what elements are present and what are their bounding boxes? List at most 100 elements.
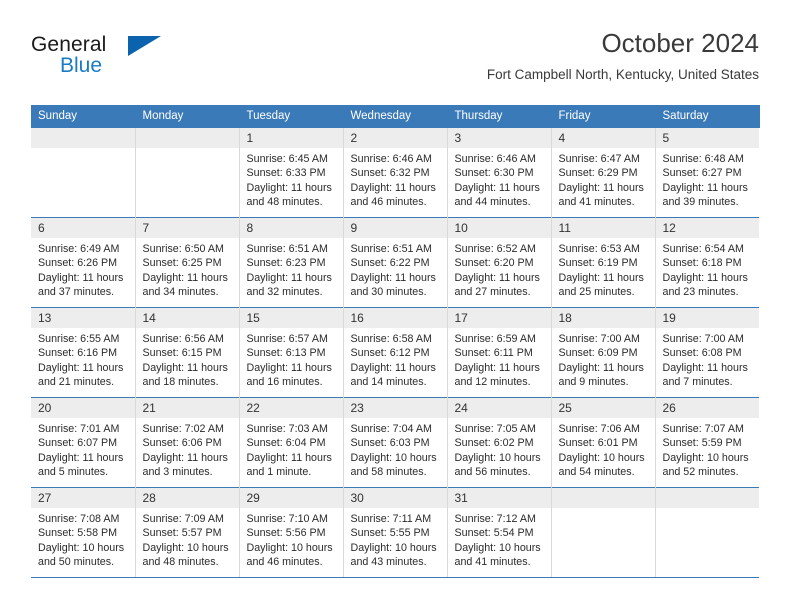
day-number: 23 [343, 398, 447, 418]
logo-triangle-icon [128, 36, 161, 56]
day-number: 21 [135, 398, 239, 418]
sunrise-text: Sunrise: 6:57 AM [246, 333, 328, 345]
sunrise-text: Sunrise: 6:45 AM [246, 153, 328, 165]
calendar-day-cell[interactable]: 15 Sunrise: 6:57 AM Sunset: 6:13 PM Dayligh… [239, 307, 344, 398]
day-number: 1 [239, 128, 343, 148]
day-cell-inner: 17 Sunrise: 6:59 AM Sunset: 6:11 PM Dayligh… [447, 308, 551, 397]
daylight-text-line1: Daylight: 11 hours [246, 451, 332, 464]
calendar-day-cell[interactable]: 12 Sunrise: 6:54 AM Sunset: 6:18 PM Dayligh… [655, 217, 759, 308]
sunset-text: Sunset: 6:25 PM [142, 257, 222, 270]
calendar-day-cell[interactable]: 8 Sunrise: 6:51 AM Sunset: 6:23 PM Daylight… [239, 217, 344, 308]
daylight-text-line1: Daylight: 10 hours [558, 451, 645, 464]
sunset-text: Sunset: 6:22 PM [350, 257, 430, 270]
sunrise-text: Sunrise: 6:49 AM [38, 243, 120, 255]
day-details: Sunrise: 6:48 AM Sunset: 6:27 PM Daylight:… [656, 148, 760, 210]
calendar-day-cell[interactable]: 5 Sunrise: 6:48 AM Sunset: 6:27 PM Daylight… [655, 127, 760, 218]
calendar-day-cell[interactable]: 29 Sunrise: 7:10 AM Sunset: 5:56 PM Dayligh… [239, 487, 344, 578]
sunset-text: Sunset: 6:03 PM [350, 437, 430, 450]
day-details [552, 508, 655, 512]
day-details: Sunrise: 7:00 AM Sunset: 6:09 PM Daylight:… [552, 328, 655, 390]
calendar-day-cell[interactable]: 20 Sunrise: 7:01 AM Sunset: 6:07 PM Dayligh… [31, 397, 136, 488]
day-details: Sunrise: 7:06 AM Sunset: 6:01 PM Daylight:… [552, 418, 655, 480]
daylight-text-line1: Daylight: 11 hours [142, 451, 228, 464]
daylight-text-line2: and 44 minutes. [454, 196, 531, 209]
sunset-text: Sunset: 6:27 PM [662, 167, 742, 180]
day-number: 9 [343, 218, 447, 238]
calendar-day-cell[interactable]: 30 Sunrise: 7:11 AM Sunset: 5:55 PM Dayligh… [343, 487, 448, 578]
sunrise-text: Sunrise: 6:54 AM [662, 243, 744, 255]
daylight-text-line1: Daylight: 11 hours [454, 181, 540, 194]
day-cell-inner: 12 Sunrise: 6:54 AM Sunset: 6:18 PM Dayligh… [655, 218, 759, 307]
calendar-day-cell[interactable]: 23 Sunrise: 7:04 AM Sunset: 6:03 PM Dayligh… [343, 397, 448, 488]
sunrise-text: Sunrise: 6:59 AM [454, 333, 536, 345]
sunrise-text: Sunrise: 7:02 AM [142, 423, 224, 435]
calendar-day-cell[interactable]: 26 Sunrise: 7:07 AM Sunset: 5:59 PM Dayligh… [655, 397, 759, 488]
calendar-day-cell[interactable]: 1 Sunrise: 6:45 AM Sunset: 6:33 PM Daylight… [239, 127, 344, 218]
calendar-day-cell[interactable]: 18 Sunrise: 7:00 AM Sunset: 6:09 PM Dayligh… [551, 307, 656, 398]
generalblue-logo[interactable]: General Blue [31, 33, 231, 91]
daylight-text-line1: Daylight: 11 hours [662, 361, 748, 374]
calendar-day-cell[interactable]: 17 Sunrise: 6:59 AM Sunset: 6:11 PM Dayligh… [447, 307, 552, 398]
daylight-text-line1: Daylight: 11 hours [350, 361, 436, 374]
calendar-day-cell[interactable]: 21 Sunrise: 7:02 AM Sunset: 6:06 PM Dayligh… [135, 397, 240, 488]
calendar-day-cell[interactable]: 14 Sunrise: 6:56 AM Sunset: 6:15 PM Dayligh… [135, 307, 240, 398]
daylight-text-line2: and 41 minutes. [454, 556, 531, 569]
calendar-week-row: 1 Sunrise: 6:45 AM Sunset: 6:33 PM Daylight… [31, 127, 760, 218]
sunset-text: Sunset: 6:02 PM [454, 437, 534, 450]
daylight-text-line2: and 5 minutes. [38, 466, 109, 479]
calendar-day-cell[interactable]: 16 Sunrise: 6:58 AM Sunset: 6:12 PM Dayligh… [343, 307, 448, 398]
day-cell-inner [135, 128, 239, 217]
day-number: 28 [135, 488, 239, 508]
sunset-text: Sunset: 5:58 PM [38, 527, 118, 540]
day-number: 15 [239, 308, 343, 328]
calendar-day-cell[interactable]: 22 Sunrise: 7:03 AM Sunset: 6:04 PM Dayligh… [239, 397, 344, 488]
calendar-body: 1 Sunrise: 6:45 AM Sunset: 6:33 PM Daylight… [31, 127, 760, 578]
daylight-text-line2: and 48 minutes. [142, 556, 219, 569]
calendar-day-cell[interactable]: 19 Sunrise: 7:00 AM Sunset: 6:08 PM Dayligh… [655, 307, 759, 398]
daylight-text-line2: and 27 minutes. [454, 286, 531, 299]
calendar-day-cell[interactable]: 13 Sunrise: 6:55 AM Sunset: 6:16 PM Dayligh… [31, 307, 136, 398]
calendar-day-cell[interactable]: 31 Sunrise: 7:12 AM Sunset: 5:54 PM Dayligh… [447, 487, 552, 578]
calendar-day-cell[interactable]: 7 Sunrise: 6:50 AM Sunset: 6:25 PM Daylight… [135, 217, 240, 308]
day-number [551, 488, 655, 508]
calendar-day-cell[interactable]: 4 Sunrise: 6:47 AM Sunset: 6:29 PM Daylight… [551, 127, 656, 218]
daylight-text-line2: and 56 minutes. [454, 466, 531, 479]
sunset-text: Sunset: 6:15 PM [142, 347, 222, 360]
calendar-day-cell[interactable]: 24 Sunrise: 7:05 AM Sunset: 6:02 PM Dayligh… [447, 397, 552, 488]
sunrise-text: Sunrise: 6:51 AM [246, 243, 328, 255]
day-cell-inner: 15 Sunrise: 6:57 AM Sunset: 6:13 PM Dayligh… [239, 308, 343, 397]
day-number: 6 [31, 218, 135, 238]
calendar-day-cell[interactable]: 3 Sunrise: 6:46 AM Sunset: 6:30 PM Daylight… [447, 127, 552, 218]
daylight-text-line1: Daylight: 11 hours [558, 271, 644, 284]
day-number: 27 [31, 488, 135, 508]
day-details: Sunrise: 6:51 AM Sunset: 6:22 PM Daylight:… [344, 238, 447, 300]
daylight-text-line2: and 12 minutes. [454, 376, 531, 389]
day-cell-inner: 9 Sunrise: 6:51 AM Sunset: 6:22 PM Daylight… [343, 218, 447, 307]
calendar-day-cell[interactable]: 25 Sunrise: 7:06 AM Sunset: 6:01 PM Dayligh… [551, 397, 656, 488]
daylight-text-line2: and 58 minutes. [350, 466, 427, 479]
calendar-day-cell[interactable]: 9 Sunrise: 6:51 AM Sunset: 6:22 PM Daylight… [343, 217, 448, 308]
day-cell-inner: 19 Sunrise: 7:00 AM Sunset: 6:08 PM Dayligh… [655, 308, 759, 397]
sunset-text: Sunset: 6:29 PM [558, 167, 638, 180]
daylight-text-line1: Daylight: 11 hours [246, 181, 332, 194]
calendar-day-cell[interactable]: 28 Sunrise: 7:09 AM Sunset: 5:57 PM Dayligh… [135, 487, 240, 578]
day-cell-inner: 22 Sunrise: 7:03 AM Sunset: 6:04 PM Dayligh… [239, 398, 343, 487]
calendar-day-cell[interactable]: 10 Sunrise: 6:52 AM Sunset: 6:20 PM Dayligh… [447, 217, 552, 308]
calendar-day-cell[interactable]: 6 Sunrise: 6:49 AM Sunset: 6:26 PM Daylight… [31, 217, 136, 308]
sunrise-text: Sunrise: 7:00 AM [662, 333, 744, 345]
calendar-day-cell[interactable]: 11 Sunrise: 6:53 AM Sunset: 6:19 PM Dayligh… [551, 217, 656, 308]
day-details: Sunrise: 6:46 AM Sunset: 6:30 PM Daylight:… [448, 148, 551, 210]
day-number: 19 [655, 308, 759, 328]
day-cell-inner: 18 Sunrise: 7:00 AM Sunset: 6:09 PM Dayligh… [551, 308, 655, 397]
day-cell-inner: 10 Sunrise: 6:52 AM Sunset: 6:20 PM Dayligh… [447, 218, 551, 307]
day-cell-inner: 30 Sunrise: 7:11 AM Sunset: 5:55 PM Dayligh… [343, 488, 447, 577]
day-details [136, 148, 239, 152]
sunrise-text: Sunrise: 6:47 AM [558, 153, 640, 165]
daylight-text-line2: and 50 minutes. [38, 556, 115, 569]
day-cell-inner: 5 Sunrise: 6:48 AM Sunset: 6:27 PM Daylight… [655, 128, 760, 217]
daylight-text-line2: and 18 minutes. [142, 376, 219, 389]
day-cell-inner: 2 Sunrise: 6:46 AM Sunset: 6:32 PM Daylight… [343, 128, 447, 217]
sunset-text: Sunset: 6:32 PM [350, 167, 430, 180]
calendar-day-cell[interactable]: 2 Sunrise: 6:46 AM Sunset: 6:32 PM Daylight… [343, 127, 448, 218]
calendar-day-cell[interactable]: 27 Sunrise: 7:08 AM Sunset: 5:58 PM Dayligh… [31, 487, 136, 578]
